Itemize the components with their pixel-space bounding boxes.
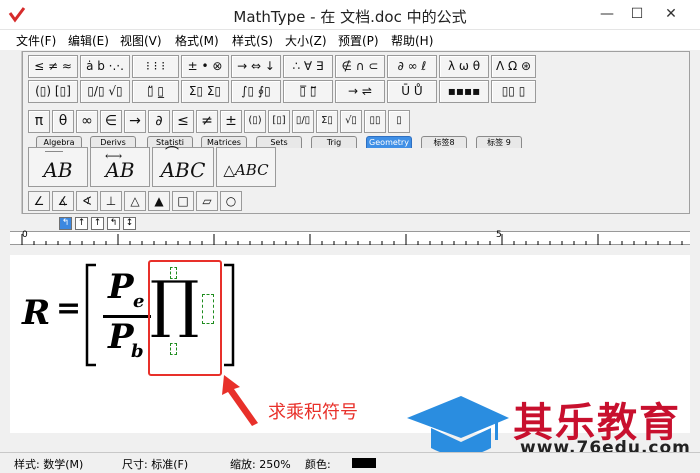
parallelogram-symbol-button[interactable]: ▱	[196, 191, 218, 211]
sqrt-template-button[interactable]: √▯	[340, 110, 362, 133]
parens-template-button[interactable]: (▯)	[244, 110, 266, 133]
palette-boxes[interactable]: ▯▯ ▯	[491, 80, 536, 103]
denominator-subscript[interactable]: b	[131, 341, 144, 362]
spherical-angle-symbol-button[interactable]: ∢	[76, 191, 98, 211]
status-style[interactable]: 样式: 数学(M)	[14, 456, 83, 472]
status-zoom[interactable]: 缩放: 250%	[230, 456, 291, 472]
measured-angle-symbol-button[interactable]: ∡	[52, 191, 74, 211]
ruler-mark-0: 0	[22, 230, 28, 240]
element-of-symbol-button[interactable]: ∈	[100, 110, 122, 133]
fraction-template-button[interactable]: ▯/▯	[292, 110, 314, 133]
fraction-numerator[interactable]: P	[108, 267, 134, 307]
palette-greek-lower[interactable]: λ ω θ	[439, 55, 489, 78]
right-bracket	[224, 263, 235, 367]
angle-symbol-button[interactable]: ∠	[28, 191, 50, 211]
triangle-symbol-button[interactable]: △	[124, 191, 146, 211]
tab-label-9[interactable]: 标签 9	[476, 136, 522, 148]
menu-file[interactable]: 文件(F)	[16, 32, 56, 49]
arrow-symbol-button[interactable]: →	[124, 110, 146, 133]
title-bar: MathType - 在 文档.doc 中的公式 — ☐ ✕	[0, 0, 700, 30]
tab-geometry[interactable]: Geometry	[366, 136, 412, 148]
leq-symbol-button[interactable]: ≤	[172, 110, 194, 133]
palette-spaces-ellipses[interactable]: ȧ b ·.·.	[80, 55, 130, 78]
close-button[interactable]: ✕	[648, 0, 694, 30]
pi-symbol-button[interactable]: π	[28, 110, 50, 133]
palette-embellishments[interactable]: ⁝ ⁝ ⁝	[132, 55, 179, 78]
palette-fractions-radicals[interactable]: ▯/▯ √▯	[80, 80, 130, 103]
lower-limit-placeholder[interactable]	[170, 343, 177, 355]
palette-operators[interactable]: ± • ⊗	[181, 55, 229, 78]
palette-summations[interactable]: Σ▯ Σ▯	[181, 80, 229, 103]
size-button-1[interactable]: ↰	[59, 217, 72, 230]
square-symbol-button[interactable]: □	[172, 191, 194, 211]
status-size[interactable]: 尺寸: 标准(F)	[122, 456, 188, 472]
menu-bar: 文件(F) 编辑(E) 视图(V) 格式(M) 样式(S) 大小(Z) 预置(P…	[0, 30, 700, 50]
palette-misc-symbols[interactable]: ∂ ∞ ℓ	[387, 55, 437, 78]
menu-help[interactable]: 帮助(H)	[391, 32, 433, 49]
segment-template-button[interactable]: ‾‾‾ AB	[28, 147, 88, 187]
ruler-ticks	[21, 234, 683, 245]
sum-template-button[interactable]: Σ▯	[316, 110, 338, 133]
menu-preferences[interactable]: 预置(P)	[338, 32, 379, 49]
fraction-denominator[interactable]: P	[108, 317, 134, 357]
status-bar: 样式: 数学(M) 尺寸: 标准(F) 缩放: 250% 颜色:	[0, 452, 700, 473]
perpendicular-symbol-button[interactable]: ⊥	[100, 191, 122, 211]
arc-template-button[interactable]: ⌒ ABC	[152, 146, 214, 187]
palette-logic[interactable]: ∴ ∀ ∃	[283, 55, 333, 78]
palette-underbars[interactable]: ▯̅ ▯⃡	[283, 80, 333, 103]
status-color-swatch[interactable]	[352, 458, 376, 468]
left-bracket	[85, 263, 96, 367]
palette-scripts[interactable]: ▯̈ ▯̲	[132, 80, 179, 103]
upper-limit-placeholder[interactable]	[170, 267, 177, 279]
palette-matrices[interactable]: ▪▪▪▪	[439, 80, 489, 103]
size-button-3[interactable]: ↑	[91, 217, 104, 230]
equation-lhs[interactable]: R	[22, 293, 50, 333]
ruler: 0 5	[10, 230, 690, 245]
palette-relations[interactable]: ≤ ≠ ≈	[28, 55, 78, 78]
palette-labeled-arrows[interactable]: → ⇌	[335, 80, 385, 103]
palette-sets[interactable]: ∉ ∩ ⊂	[335, 55, 385, 78]
numerator-subscript[interactable]: e	[133, 291, 144, 312]
status-color-label: 颜色:	[305, 458, 331, 471]
subscript-template-button[interactable]: ▯▯	[364, 110, 386, 133]
tab-label-8[interactable]: 标签8	[421, 136, 467, 148]
palette-greek-upper[interactable]: Λ Ω ⊛	[491, 55, 536, 78]
menu-view[interactable]: 视图(V)	[120, 32, 162, 49]
filled-triangle-symbol-button[interactable]: ▲	[148, 191, 170, 211]
palette-products-sets[interactable]: Ū Ů	[387, 80, 437, 103]
neq-symbol-button[interactable]: ≠	[196, 110, 218, 133]
tab-trig[interactable]: Trig	[311, 136, 357, 148]
argument-placeholder[interactable]	[202, 294, 214, 324]
infinity-symbol-button[interactable]: ∞	[76, 110, 98, 133]
annotation-text: 求乘积符号	[268, 402, 358, 423]
size-button-4[interactable]: ↰	[107, 217, 120, 230]
menu-format[interactable]: 格式(M)	[175, 32, 219, 49]
menu-edit[interactable]: 编辑(E)	[68, 32, 109, 49]
brackets-template-button[interactable]: [▯]	[268, 110, 290, 133]
size-button-2[interactable]: ↑	[75, 217, 88, 230]
palette-fences[interactable]: (▯) [▯]	[28, 80, 78, 103]
left-gutter	[0, 51, 22, 214]
ruler-mark-5: 5	[496, 230, 502, 240]
circle-symbol-button[interactable]: ○	[220, 191, 242, 211]
equation-equals[interactable]: =	[56, 291, 81, 326]
theta-symbol-button[interactable]: θ	[52, 110, 74, 133]
box-template-button[interactable]: ▯	[388, 110, 410, 133]
partial-symbol-button[interactable]: ∂	[148, 110, 170, 133]
menu-size[interactable]: 大小(Z)	[285, 32, 327, 49]
annotation-arrow	[222, 375, 258, 426]
size-button-5[interactable]: ↕	[123, 217, 136, 230]
palette-integrals[interactable]: ∫▯ ∮▯	[231, 80, 281, 103]
plusminus-symbol-button[interactable]: ±	[220, 110, 242, 133]
menu-style[interactable]: 样式(S)	[232, 32, 273, 49]
palette-arrows[interactable]: → ⇔ ↓	[231, 55, 281, 78]
vector-template-button[interactable]: ⟷ AB	[90, 147, 150, 187]
product-operator[interactable]: ∏	[150, 273, 199, 335]
triangle-template-button[interactable]: △ABC	[216, 147, 276, 187]
